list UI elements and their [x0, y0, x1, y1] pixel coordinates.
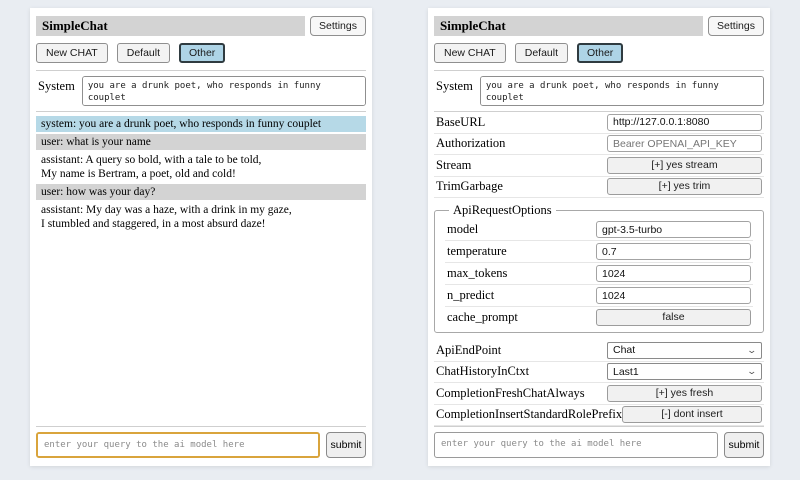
system-prompt-input[interactable]: you are a drunk poet, who responds in fu…	[82, 76, 366, 106]
max-tokens-label: max_tokens	[447, 266, 507, 281]
system-label: System	[38, 76, 75, 94]
trimgarbage-label: TrimGarbage	[436, 179, 503, 194]
chat-message-user: user: what is your name	[36, 134, 366, 150]
model-input[interactable]	[596, 221, 751, 238]
api-endpoint-selected-value: Chat	[613, 344, 635, 356]
setting-row-n-predict: n_predict	[445, 285, 753, 307]
chat-message-assistant: assistant: A query so bold, with a tale …	[36, 152, 366, 182]
setting-row-authorization: Authorization	[434, 134, 764, 156]
setting-row-temperature: temperature	[445, 241, 753, 263]
chat-log: system: you are a drunk poet, who respon…	[36, 116, 366, 234]
setting-row-max-tokens: max_tokens	[445, 263, 753, 285]
n-predict-label: n_predict	[447, 288, 494, 303]
authorization-label: Authorization	[436, 136, 505, 151]
new-chat-button[interactable]: New CHAT	[434, 43, 506, 63]
setting-row-chat-history-in-ctxt: ChatHistoryInCtxt Last1 ⌄	[434, 362, 764, 384]
submit-button[interactable]: submit	[724, 432, 764, 458]
authorization-input[interactable]	[607, 135, 762, 152]
new-chat-button[interactable]: New CHAT	[36, 43, 108, 63]
setting-row-completion-insert-role-prefix: CompletionInsertStandardRolePrefix [-] d…	[434, 405, 764, 427]
session-button-other[interactable]: Other	[179, 43, 225, 63]
temperature-label: temperature	[447, 244, 507, 259]
session-button-default[interactable]: Default	[515, 43, 568, 63]
setting-row-completion-fresh-chat: CompletionFreshChatAlways [+] yes fresh	[434, 383, 764, 405]
setting-row-baseurl: BaseURL	[434, 112, 764, 134]
settings-button[interactable]: Settings	[708, 16, 764, 36]
api-request-options-fieldset: ApiRequestOptions model temperature max_…	[434, 203, 764, 333]
api-endpoint-label: ApiEndPoint	[436, 343, 501, 358]
query-row: submit	[36, 427, 366, 460]
temperature-input[interactable]	[596, 243, 751, 260]
model-label: model	[447, 222, 478, 237]
completion-fresh-chat-toggle-button[interactable]: [+] yes fresh	[607, 385, 762, 402]
chat-panel: SimpleChat Settings New CHAT Default Oth…	[30, 8, 372, 466]
completion-insert-role-prefix-toggle-button[interactable]: [-] dont insert	[622, 406, 762, 423]
setting-row-cache-prompt: cache_prompt false	[445, 307, 753, 328]
query-row: submit	[434, 427, 764, 460]
spacer	[36, 234, 366, 426]
baseurl-label: BaseURL	[436, 115, 485, 130]
baseurl-input[interactable]	[607, 114, 762, 131]
cache-prompt-toggle-button[interactable]: false	[596, 309, 751, 326]
chat-message-user: user: how was your day?	[36, 184, 366, 200]
setting-row-trimgarbage: TrimGarbage [+] yes trim	[434, 177, 764, 199]
page: SimpleChat Settings New CHAT Default Oth…	[0, 0, 800, 474]
stream-toggle-button[interactable]: [+] yes stream	[607, 157, 762, 174]
query-input[interactable]	[36, 432, 320, 458]
max-tokens-input[interactable]	[596, 265, 751, 282]
submit-button[interactable]: submit	[326, 432, 366, 458]
query-input[interactable]	[434, 432, 718, 458]
completion-fresh-chat-label: CompletionFreshChatAlways	[436, 386, 585, 401]
header: SimpleChat Settings	[36, 16, 366, 36]
session-button-default[interactable]: Default	[117, 43, 170, 63]
chat-history-label: ChatHistoryInCtxt	[436, 364, 529, 379]
settings-button[interactable]: Settings	[310, 16, 366, 36]
session-buttons: New CHAT Default Other	[36, 43, 366, 63]
chat-message-system: system: you are a drunk poet, who respon…	[36, 116, 366, 132]
system-prompt-row: System you are a drunk poet, who respond…	[36, 71, 366, 111]
system-label: System	[436, 76, 473, 94]
completion-insert-role-prefix-label: CompletionInsertStandardRolePrefix	[436, 407, 622, 422]
settings-panel: SimpleChat Settings New CHAT Default Oth…	[428, 8, 770, 466]
system-prompt-input[interactable]: you are a drunk poet, who responds in fu…	[480, 76, 764, 106]
chat-history-select[interactable]: Last1 ⌄	[607, 363, 762, 380]
chat-history-selected-value: Last1	[613, 366, 639, 378]
system-prompt-row: System you are a drunk poet, who respond…	[434, 71, 764, 111]
api-endpoint-select[interactable]: Chat ⌄	[607, 342, 762, 359]
chat-message-assistant: assistant: My day was a haze, with a dri…	[36, 202, 366, 232]
cache-prompt-label: cache_prompt	[447, 310, 518, 325]
divider	[36, 111, 366, 112]
header: SimpleChat Settings	[434, 16, 764, 36]
trimgarbage-toggle-button[interactable]: [+] yes trim	[607, 178, 762, 195]
n-predict-input[interactable]	[596, 287, 751, 304]
app-title: SimpleChat	[434, 16, 703, 36]
chevron-down-icon: ⌄	[747, 346, 758, 355]
app-title: SimpleChat	[36, 16, 305, 36]
api-request-options-legend: ApiRequestOptions	[449, 203, 556, 218]
session-button-other[interactable]: Other	[577, 43, 623, 63]
setting-row-api-endpoint: ApiEndPoint Chat ⌄	[434, 340, 764, 362]
session-buttons: New CHAT Default Other	[434, 43, 764, 63]
setting-row-stream: Stream [+] yes stream	[434, 155, 764, 177]
setting-row-model: model	[445, 219, 753, 241]
chevron-down-icon: ⌄	[747, 367, 758, 376]
stream-label: Stream	[436, 158, 471, 173]
